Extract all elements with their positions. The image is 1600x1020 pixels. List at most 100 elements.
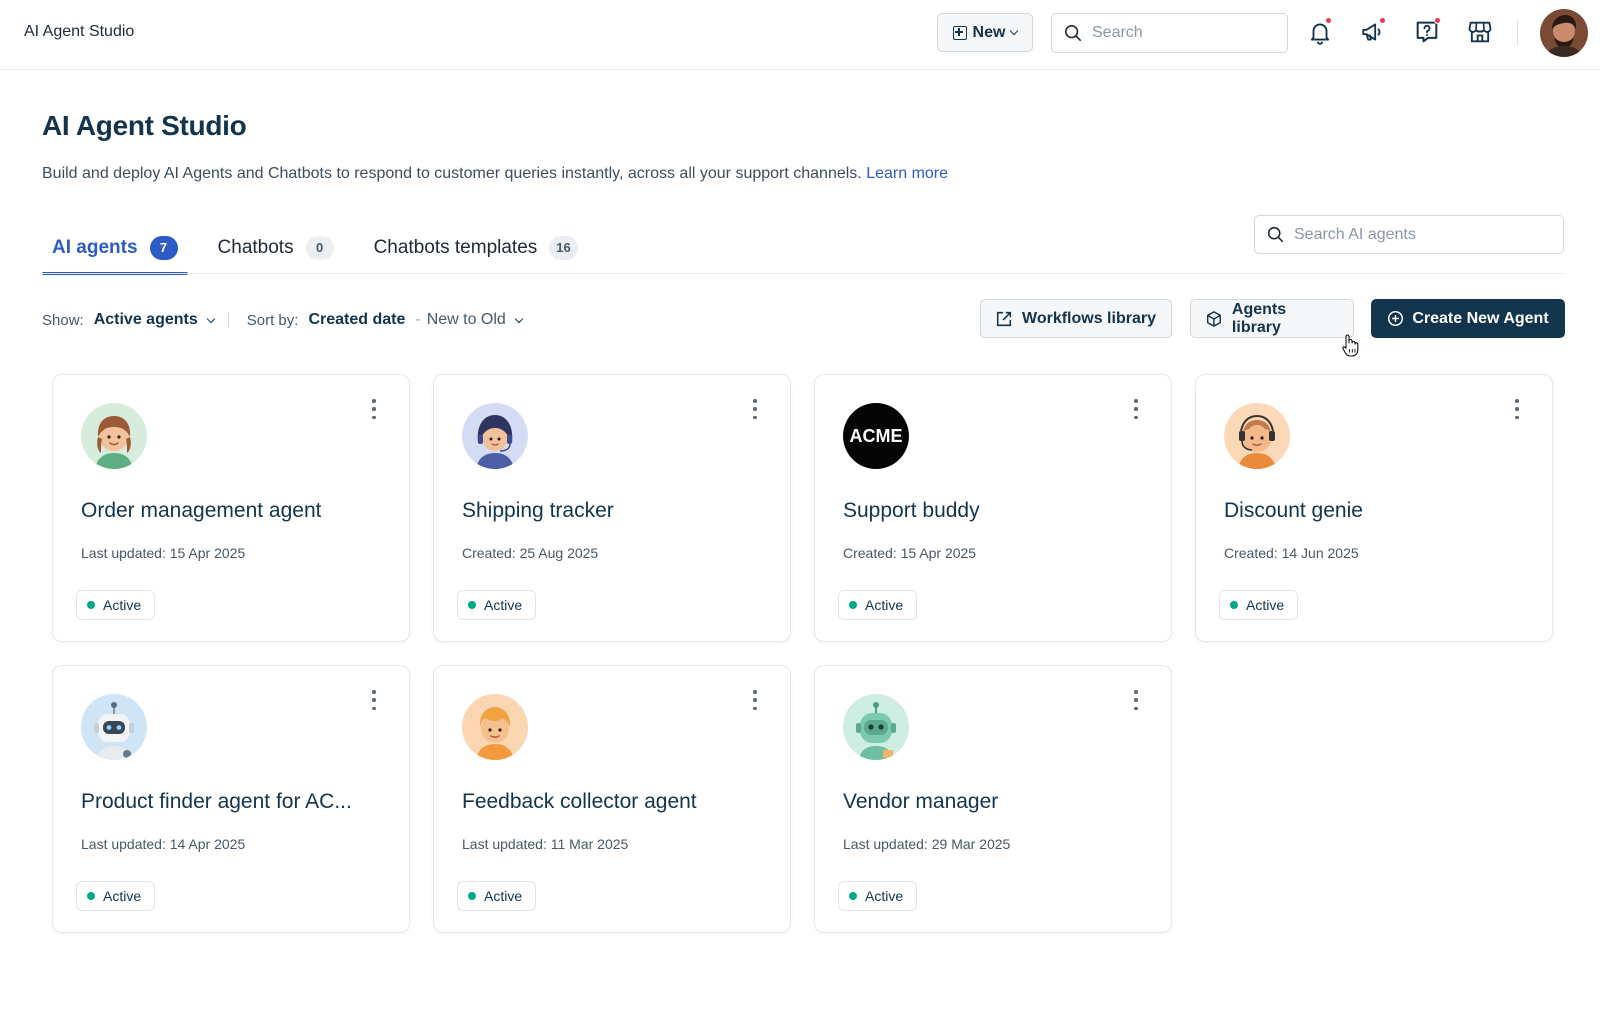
tab-ai-agents[interactable]: AI agents 7 [42,220,188,275]
woman-avatar-icon [81,403,147,469]
tab-chatbots[interactable]: Chatbots 0 [208,220,344,275]
user-avatar[interactable] [1540,9,1588,57]
agent-name[interactable]: Discount genie [1224,499,1363,523]
agent-search-input[interactable] [1294,225,1554,244]
status-label: Active [103,888,142,904]
tab-label: Chatbots [217,236,294,258]
notification-dot [1325,17,1332,24]
status-dot-icon [468,892,476,900]
more-options-icon[interactable] [750,690,760,710]
sort-separator: - [415,311,421,328]
status-dot-icon [468,601,476,609]
filter-divider [227,312,229,328]
more-options-icon[interactable] [750,399,760,419]
show-filter-dropdown[interactable]: Active agents [94,311,198,329]
agent-card[interactable]: Product finder agent for AC... Last upda… [52,665,410,933]
more-options-icon[interactable] [1512,399,1522,419]
agents-library-button[interactable]: Agents library [1190,299,1354,338]
agent-name[interactable]: Shipping tracker [462,499,614,523]
status-dot-icon [849,892,857,900]
status-badge: Active [457,881,537,911]
agent-name[interactable]: Vendor manager [843,790,998,814]
chevron-down-icon [1010,26,1019,36]
status-label: Active [865,597,904,613]
robot-avatar-icon [81,694,147,760]
more-options-icon[interactable] [1131,399,1141,419]
top-bar: AI Agent Studio New [0,0,1600,70]
learn-more-link[interactable]: Learn more [866,165,948,182]
help-dot [1434,17,1441,24]
agent-card[interactable]: Order management agent Last updated: 15 … [52,374,410,642]
announcements-button[interactable] [1357,16,1389,48]
agent-name[interactable]: Product finder agent for AC... [81,790,352,814]
status-dot-icon [87,892,95,900]
tab-label: AI agents [52,236,138,258]
tab-count-badge: 7 [149,235,178,260]
new-button[interactable]: New [937,13,1033,52]
status-badge: Active [838,881,918,911]
sort-order[interactable]: New to Old [427,311,506,329]
create-new-agent-label: Create New Agent [1412,309,1549,327]
status-badge: Active [76,590,156,620]
show-label: Show: [42,311,84,329]
tab-count-badge: 0 [305,235,334,260]
chevron-down-icon[interactable] [514,314,524,323]
agent-card[interactable]: Shipping tracker Created: 25 Aug 2025 Ac… [433,374,791,642]
tabs-divider [42,273,1564,274]
create-new-agent-button[interactable]: Create New Agent [1371,299,1565,338]
agent-search[interactable] [1254,215,1564,254]
agent-date: Last updated: 29 Mar 2025 [843,836,1011,852]
tab-bar: AI agents 7 Chatbots 0 Chatbots template… [42,220,608,275]
search-icon [1267,226,1284,243]
status-badge: Active [457,590,537,620]
agent-date: Last updated: 11 Mar 2025 [462,836,629,852]
headset-woman-avatar-icon [462,403,528,469]
status-badge: Active [838,590,918,620]
topbar-divider [1517,20,1518,46]
marketplace-button[interactable] [1464,16,1496,48]
agent-card[interactable]: ACME Support buddy Created: 15 Apr 2025 … [814,374,1172,642]
workflows-library-button[interactable]: Workflows library [980,299,1172,338]
status-label: Active [103,597,142,613]
agent-card[interactable]: Discount genie Created: 14 Jun 2025 Acti… [1195,374,1553,642]
user-photo-icon [1540,9,1588,57]
page-title: AI Agent Studio [42,110,247,141]
tab-label: Chatbots templates [373,236,538,258]
agent-date: Created: 15 Apr 2025 [843,545,977,561]
plus-box-icon [952,25,967,40]
agent-card[interactable]: Vendor manager Last updated: 29 Mar 2025… [814,665,1172,933]
global-search-input[interactable] [1092,24,1262,42]
store-icon [1468,21,1492,43]
svg-text:ACME: ACME [850,426,903,446]
agent-date: Created: 14 Jun 2025 [1224,545,1359,561]
status-label: Active [484,888,523,904]
acme-logo: ACME [843,403,909,469]
description-text: Build and deploy AI Agents and Chatbots … [42,165,862,182]
more-options-icon[interactable] [1131,690,1141,710]
agent-card[interactable]: Feedback collector agent Last updated: 1… [433,665,791,933]
app-title: AI Agent Studio [24,23,135,40]
tab-count-badge: 16 [549,235,578,260]
status-label: Active [865,888,904,904]
global-search[interactable] [1051,13,1288,53]
more-options-icon[interactable] [369,690,379,710]
notifications-button[interactable] [1304,16,1336,48]
cube-icon [1206,310,1221,327]
chevron-down-icon[interactable] [206,314,215,323]
agent-name[interactable]: Feedback collector agent [462,790,697,814]
external-link-icon [996,311,1012,326]
status-dot-icon [849,601,857,609]
announcement-dot [1379,17,1386,24]
tab-chatbots-templates[interactable]: Chatbots templates 16 [364,220,588,275]
status-label: Active [1246,597,1285,613]
page-description: Build and deploy AI Agents and Chatbots … [42,165,948,183]
help-button[interactable] [1411,16,1443,48]
hand-cursor-icon [1342,334,1359,357]
workflows-library-label: Workflows library [1022,309,1156,327]
status-dot-icon [1230,601,1238,609]
agent-name[interactable]: Support buddy [843,499,980,523]
sort-dropdown[interactable]: Created date [308,311,405,329]
status-badge: Active [1219,590,1299,620]
more-options-icon[interactable] [369,399,379,419]
agent-name[interactable]: Order management agent [81,499,321,523]
